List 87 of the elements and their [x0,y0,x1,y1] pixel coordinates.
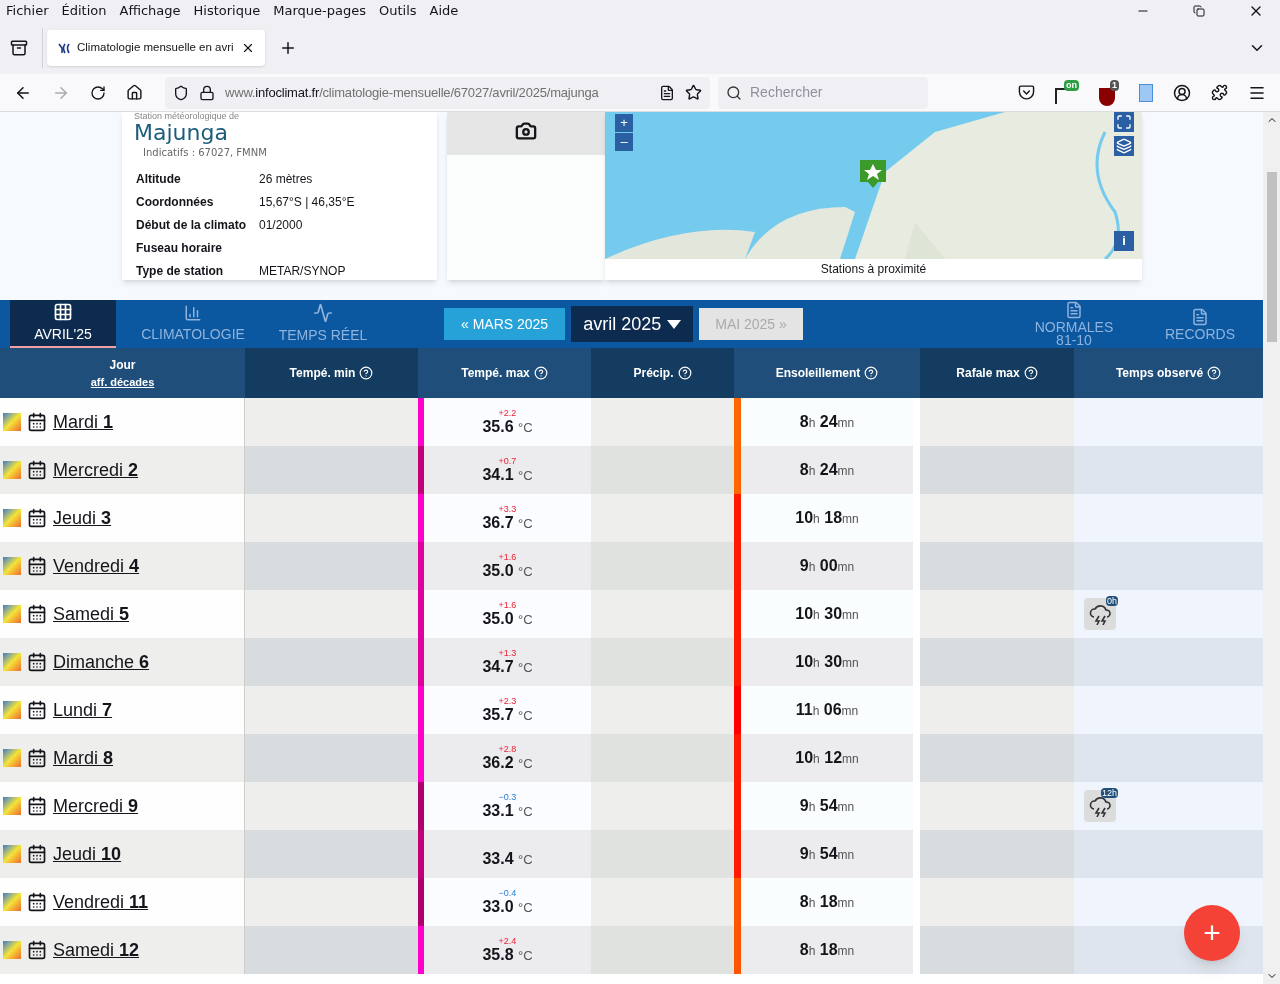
month-selector[interactable]: avril 2025 [571,306,694,342]
column-header: Temps observé [1074,348,1263,398]
address-bar[interactable]: www.infoclimat.fr/climatologie-mensuelle/67027/avril/2025/majunga [165,76,710,109]
day-link[interactable]: Mardi 8 [53,744,114,772]
menu-item[interactable]: Marque-pages [273,1,366,21]
anomaly-value: −0.4 [498,887,517,898]
day-link[interactable]: Mercredi 9 [53,792,139,820]
max-temperature: 35.6 °C [482,417,533,437]
anomaly-value: +2.2 [498,407,517,418]
max-temperature: 34.7 °C [482,657,533,677]
menu-item[interactable]: Historique [193,1,261,21]
zoom-in-button[interactable]: + [615,114,633,132]
anomaly-value: +0.7 [498,455,517,466]
menu-item[interactable]: Édition [61,1,107,21]
sunshine-duration: 11h 06mn [795,700,859,720]
sunshine-duration: 8h 24mn [799,412,855,432]
field-value: 15,67°S | 46,35°E [259,194,356,211]
field-value: 01/2000 [259,217,304,234]
nav-tab[interactable]: AVRIL'25 [10,300,116,348]
sunshine-duration: 9h 54mn [799,844,855,864]
sunshine-duration: 8h 18mn [799,940,855,960]
zoom-out-button[interactable]: – [615,133,633,151]
column-header: Ensoleillement [734,348,920,398]
max-temperature: 35.0 °C [482,561,533,581]
day-link[interactable]: Mercredi 2 [53,456,139,484]
thunderstorm-icon: 0h [1084,598,1116,630]
browser-tab[interactable]: Climatologie mensuelle en avri [47,30,265,66]
field-value: 26 mètres [259,171,314,188]
day-link[interactable]: Jeudi 10 [53,840,122,868]
column-header: Tempé. min [245,348,418,398]
station-ids: Indicatifs : 67027, FMNM [142,146,268,160]
menu-item[interactable]: Aide [429,1,459,21]
field-label: Coordonnées [136,194,215,211]
max-temperature: 34.1 °C [482,465,533,485]
sunshine-duration: 9h 54mn [799,796,855,816]
sunshine-duration: 10h 12mn [795,748,859,768]
field-value: METAR/SYNOP [259,263,347,280]
sunshine-duration: 10h 30mn [795,652,859,672]
url-text: www.infoclimat.fr/climatologie-mensuelle/67027/avril/2025/majunga [225,83,600,102]
thunderstorm-icon: 12h [1084,790,1116,822]
day-link[interactable]: Samedi 5 [53,600,130,628]
info-button[interactable]: i [1114,231,1134,251]
menu-item[interactable]: Affichage [119,1,181,21]
max-temperature: 33.0 °C [482,897,533,917]
anomaly-value: +2.8 [498,743,517,754]
field-label: Altitude [136,171,182,188]
field-label: Début de la climato [136,217,248,234]
sunshine-duration: 9h 00mn [799,556,855,576]
day-link[interactable]: Vendredi 11 [53,888,149,916]
anomaly-value: +2.3 [498,695,517,706]
decades-link[interactable]: aff. décades [90,373,155,391]
day-link[interactable]: Vendredi 4 [53,552,140,580]
max-temperature: 35.0 °C [482,609,533,629]
station-name: Majunga [134,121,229,145]
day-link[interactable]: Mardi 1 [53,408,114,436]
menu-item[interactable]: Outils [378,1,417,21]
sunshine-duration: 10h 18mn [795,508,859,528]
menu-item[interactable]: Fichier [6,1,49,21]
anomaly-value: +3.3 [498,503,517,514]
anomaly-value: +2.4 [498,935,517,946]
max-temperature: 36.2 °C [482,753,533,773]
map-caption: Stations à proximité [819,261,928,278]
max-temperature: 33.4 °C [482,849,533,869]
day-link[interactable]: Jeudi 3 [53,504,112,532]
field-label: Type de station [136,263,225,280]
column-header: Précip. [591,348,734,398]
search-placeholder: Rechercher [750,83,823,102]
day-link[interactable]: Lundi 7 [53,696,113,724]
sunshine-duration: 10h 30mn [795,604,859,624]
column-header: Rafale max [920,348,1074,398]
sunshine-duration: 8h 18mn [799,892,855,912]
anomaly-value: +1.6 [498,551,517,562]
field-label: Fuseau horaire [136,240,224,257]
max-temperature: 36.7 °C [482,513,533,533]
tab-title: Climatologie mensuelle en avri [77,40,235,56]
anomaly-value: +1.3 [498,647,517,658]
column-header: Tempé. max [418,348,591,398]
max-temperature: 33.1 °C [482,801,533,821]
station-caption: Station météorologique de [134,112,241,121]
max-temperature: 35.7 °C [482,705,533,725]
day-link[interactable]: Samedi 12 [53,936,140,964]
anomaly-value: +1.6 [498,599,517,610]
sunshine-duration: 8h 24mn [799,460,855,480]
column-header: Jour aff. décades [0,348,245,398]
day-link[interactable]: Dimanche 6 [53,648,150,676]
max-temperature: 35.8 °C [482,945,533,965]
anomaly-value: −0.3 [498,791,517,802]
